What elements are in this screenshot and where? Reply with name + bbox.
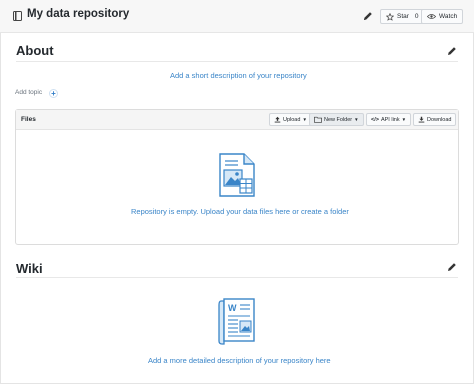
add-topic-label: Add topic — [15, 89, 43, 96]
upload-icon — [274, 116, 281, 123]
api-link-button[interactable]: </> API link ▼ — [366, 113, 412, 126]
upload-button[interactable]: Upload ▼ — [269, 113, 312, 126]
edit-wiki-icon[interactable] — [447, 262, 457, 272]
new-folder-caret-icon: ▼ — [354, 117, 359, 122]
watch-button[interactable]: Watch — [421, 9, 464, 24]
api-link-label: API link — [380, 116, 400, 123]
star-count: 0 — [414, 13, 419, 20]
wiki-document-icon: W — [218, 298, 255, 345]
wiki-divider — [16, 277, 458, 278]
repo-title: My data repository — [27, 8, 130, 20]
folder-icon — [314, 116, 322, 123]
api-link-caret-icon: ▼ — [401, 117, 407, 122]
repository-icon — [13, 11, 22, 21]
add-wiki-description-link[interactable]: Add a more detailed description of your … — [148, 356, 331, 365]
svg-text:W: W — [228, 303, 237, 313]
edit-repo-title-icon[interactable] — [363, 11, 373, 21]
edit-about-icon[interactable] — [447, 46, 457, 56]
upload-caret-icon: ▼ — [302, 117, 307, 122]
download-button[interactable]: Download — [413, 113, 457, 126]
star-label: Star — [397, 13, 409, 20]
upload-label: Upload — [283, 116, 301, 123]
code-icon: </> — [371, 116, 379, 123]
download-label: Download — [427, 116, 452, 123]
files-title: Files — [21, 116, 36, 123]
star-icon — [386, 12, 394, 21]
download-icon — [418, 116, 425, 123]
about-title: About — [16, 43, 54, 58]
star-button[interactable]: Star 0 — [380, 9, 425, 24]
empty-repo-upload-link[interactable]: Repository is empty. Upload your data fi… — [131, 207, 349, 216]
about-divider — [16, 61, 458, 62]
empty-dataset-icon — [219, 153, 255, 197]
new-folder-button[interactable]: New Folder ▼ — [309, 113, 364, 126]
add-description-link[interactable]: Add a short description of your reposito… — [170, 71, 307, 80]
new-folder-label: New Folder — [324, 116, 353, 123]
wiki-title: Wiki — [16, 261, 43, 276]
watch-label: Watch — [439, 13, 458, 20]
add-topic-button[interactable]: + — [49, 89, 58, 98]
repo-header: My data repository Star 0 Watch — [0, 0, 474, 33]
files-panel-header: Files Upload ▼ New Folder ▼ </> API link… — [16, 110, 458, 130]
eye-icon — [427, 14, 436, 19]
